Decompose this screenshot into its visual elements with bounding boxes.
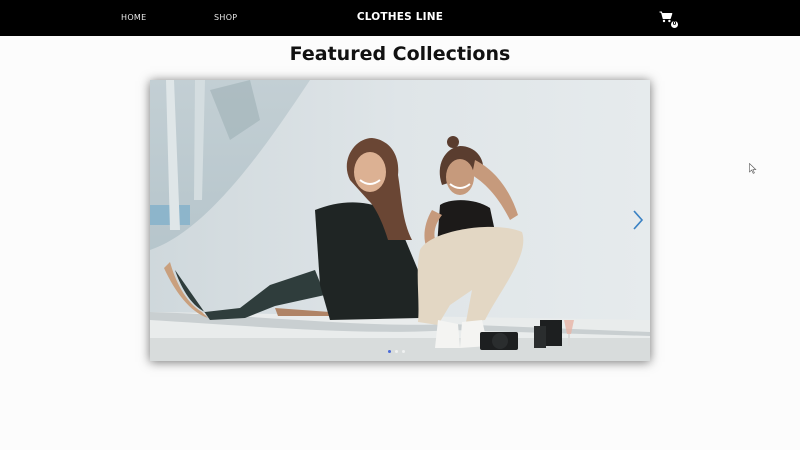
carousel-slide-image [150,80,650,361]
top-navbar: HOME SHOP CLOTHES LINE 0 [0,0,800,36]
featured-carousel[interactable] [150,80,650,361]
carousel-indicators [388,350,405,354]
chevron-right-icon [633,210,644,230]
carousel-next-button[interactable] [630,209,646,231]
mouse-cursor-icon [749,163,757,174]
carousel-dot-3[interactable] [402,350,405,353]
carousel-dot-1[interactable] [388,350,391,353]
cart-button[interactable]: 0 [659,11,681,31]
page-title: Featured Collections [289,43,511,65]
cart-count-badge: 0 [671,21,678,28]
carousel-dot-2[interactable] [395,350,398,353]
